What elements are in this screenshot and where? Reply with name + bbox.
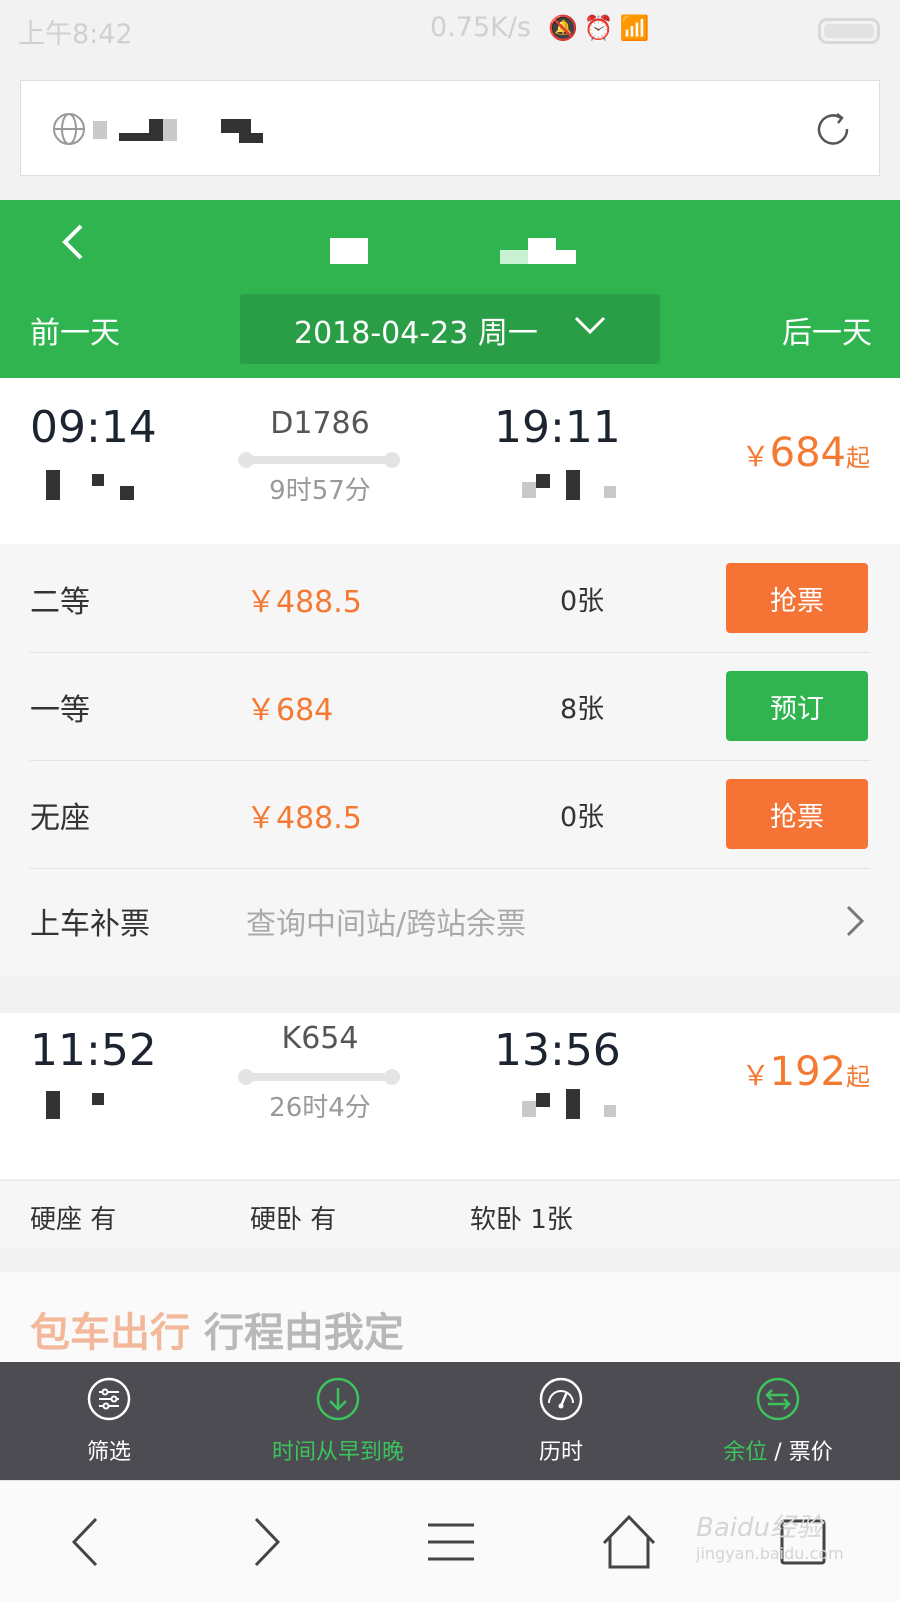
status-bar: 上午8:42 0.75K/s 🔕⏰📶 (0, 0, 900, 62)
seat-count: 0张 (560, 586, 605, 617)
status-time: 上午8:42 (18, 19, 133, 50)
filter-sort-bar: 筛选 时间从早到晚 历时 余位 / 票价 (0, 1362, 900, 1480)
nav-forward-icon[interactable] (230, 1507, 300, 1577)
navigation-bar: Baidu经验 jingyan.baidu.com (0, 1480, 900, 1601)
refresh-icon[interactable] (811, 107, 855, 151)
seat-count: 0张 (560, 802, 605, 833)
seat-row: 无座 ￥488.5 0张 抢票 (30, 761, 870, 869)
seats-price-tab[interactable]: 余位 / 票价 (700, 1362, 856, 1480)
arrow-down-circle-icon (316, 1377, 360, 1421)
seat-summary-hard-sleeper: 硬卧 有 (250, 1205, 337, 1235)
selected-date: 2018-04-23 周一 (294, 316, 538, 351)
route-track (238, 1069, 400, 1085)
seat-price: ￥488.5 (246, 801, 362, 836)
watermark: Baidu经验 jingyan.baidu.com (696, 1513, 844, 1563)
menu-icon[interactable] (416, 1507, 486, 1577)
travel-duration: 26时4分 (269, 1093, 371, 1123)
book-ticket-button[interactable]: 预订 (726, 671, 868, 741)
back-icon[interactable] (55, 218, 95, 268)
lowest-price: ￥192起 (741, 1049, 870, 1095)
network-speed: 0.75K/s (430, 12, 531, 43)
filter-tab[interactable]: 筛选 (44, 1362, 174, 1480)
home-icon[interactable] (594, 1507, 664, 1577)
train-card[interactable]: 09:14 D1786 9时57分 19:11 ￥684起 (0, 378, 900, 544)
transfer-ticket-row[interactable]: 上车补票 查询中间站/跨站余票 (30, 869, 870, 975)
chevron-down-icon (574, 316, 606, 335)
gauge-icon (539, 1377, 583, 1421)
sort-time-label: 时间从早到晚 (271, 1440, 404, 1465)
seat-row: 二等 ￥488.5 0张 抢票 (30, 545, 870, 653)
seat-type: 二等 (30, 585, 90, 620)
arrival-time: 19:11 (494, 402, 621, 453)
filter-label: 筛选 (86, 1440, 131, 1465)
train-card[interactable]: 11:52 K654 26时4分 13:56 ￥192起 (0, 1013, 900, 1179)
seat-type: 无座 (30, 801, 90, 836)
transfer-hint: 查询中间站/跨站余票 (246, 907, 527, 942)
train-number: D1786 (270, 406, 370, 441)
nav-back-icon[interactable] (52, 1507, 122, 1577)
seat-summary-row[interactable]: 硬座 有 硬卧 有 软卧 1张 (0, 1180, 900, 1249)
mute-icon: 🔕 (548, 14, 584, 42)
departure-time: 11:52 (30, 1025, 157, 1076)
sort-time-tab[interactable]: 时间从早到晚 (250, 1362, 426, 1480)
arrival-time: 13:56 (494, 1025, 621, 1076)
grab-ticket-button[interactable]: 抢票 (726, 563, 868, 633)
train-number: K654 (281, 1021, 359, 1056)
route-header: 前一天 2018-04-23 周一 后一天 (0, 200, 900, 378)
seat-row: 一等 ￥684 8张 预订 (30, 653, 870, 761)
seats-price-label: 余位 / 票价 (723, 1440, 833, 1465)
battery-icon (818, 18, 880, 44)
wifi-icon: 📶 (619, 14, 656, 42)
url-bar[interactable] (20, 80, 880, 176)
duration-tab[interactable]: 历时 (500, 1362, 622, 1480)
next-day-button[interactable]: 后一天 (782, 308, 872, 352)
ad-text: 包车出行 行程由我定 (30, 1310, 404, 1356)
seat-summary-hard-seat: 硬座 有 (30, 1205, 117, 1235)
prev-day-button[interactable]: 前一天 (30, 308, 120, 352)
lowest-price: ￥684起 (741, 430, 870, 476)
route-track (238, 452, 400, 468)
status-icons: 🔕⏰📶 (548, 14, 656, 42)
transfer-label: 上车补票 (30, 907, 150, 942)
swap-icon (756, 1377, 800, 1421)
globe-icon (53, 113, 85, 145)
seat-count: 8张 (560, 694, 605, 725)
travel-duration: 9时57分 (269, 476, 371, 506)
duration-label: 历时 (538, 1440, 583, 1465)
ad-banner[interactable]: 包车出行 行程由我定 (0, 1272, 900, 1362)
seat-price: ￥684 (246, 693, 334, 728)
departure-time: 09:14 (30, 402, 157, 453)
seat-price: ￥488.5 (246, 585, 362, 620)
grab-ticket-button[interactable]: 抢票 (726, 779, 868, 849)
alarm-icon: ⏰ (583, 14, 620, 42)
date-picker[interactable]: 2018-04-23 周一 (240, 294, 660, 364)
filter-icon (87, 1377, 131, 1421)
seat-panel: 二等 ￥488.5 0张 抢票 一等 ￥684 8张 预订 无座 ￥488.5 … (0, 545, 900, 975)
seat-type: 一等 (30, 693, 90, 728)
seat-summary-soft-sleeper: 软卧 1张 (470, 1205, 573, 1235)
chevron-right-icon (846, 905, 865, 937)
